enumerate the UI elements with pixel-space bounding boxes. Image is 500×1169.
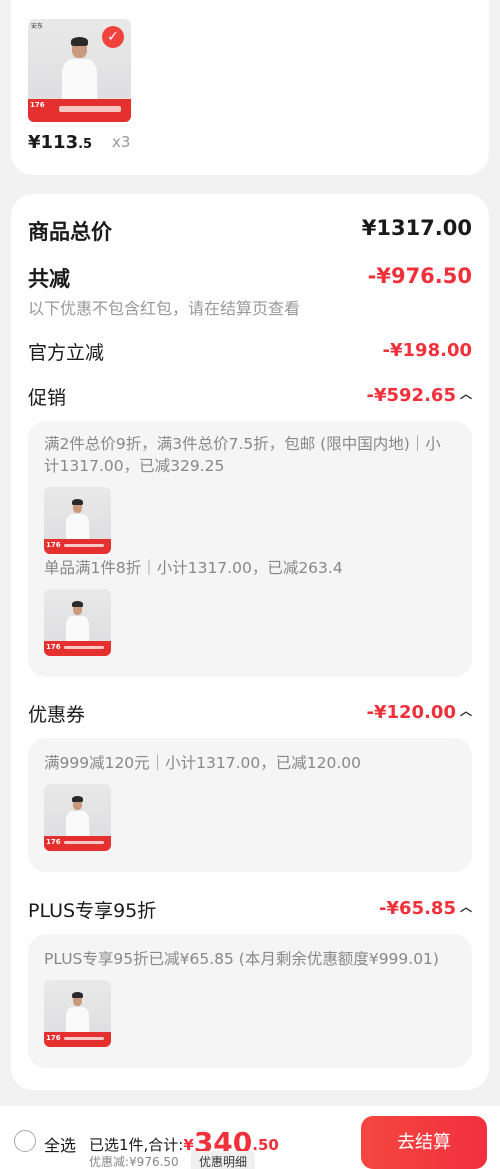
select-all-radio[interactable] — [14, 1130, 36, 1152]
discount-detail-button[interactable]: 优惠明细 — [191, 1151, 256, 1169]
checkout-bar: 全选 已选1件,合计:¥340.50 优惠减:¥976.50 优惠明细 去结算 — [0, 1106, 500, 1169]
discount-detail-card: 商品总价 ¥1317.00 共减 -¥976.50 以下优惠不包含红包，请在结算… — [11, 194, 489, 1090]
promo-value: -¥592.65 — [366, 385, 456, 406]
chevron-up-icon: ︿ — [459, 387, 472, 401]
plus-label: PLUS专享95折 — [28, 900, 157, 922]
order-total-dec: .50 — [252, 1136, 279, 1154]
product-quantity: x3 — [112, 133, 131, 151]
product-image[interactable]: 安东 176 ✓ — [28, 19, 131, 122]
promo-rule-2: 单品满1件8折｜小计1317.00，已减263.4 — [44, 559, 343, 577]
promo-toggle[interactable]: -¥592.65 ︿ — [367, 385, 472, 406]
total-price-value: ¥1317.00 — [361, 216, 472, 240]
promo-detail-box: 满2件总价9折，满3件总价7.5折，包邮 (限中国内地)｜小计1317.00，已… — [28, 421, 472, 677]
chevron-up-icon: ︿ — [459, 900, 472, 914]
official-discount-value: -¥198.00 — [382, 340, 472, 361]
total-reduce-label: 共减 — [28, 267, 70, 291]
plus-toggle[interactable]: -¥65.85 ︿ — [379, 898, 472, 919]
brand-logo: 安东 — [31, 23, 44, 30]
promo-item-thumb-1: 176 — [44, 487, 111, 554]
checkout-button[interactable]: 去结算 — [361, 1116, 487, 1169]
plus-value: -¥65.85 — [379, 898, 456, 919]
coupon-rule: 满999减120元｜小计1317.00，已减120.00 — [44, 754, 362, 772]
promo-label: 促销 — [28, 387, 67, 409]
plus-item-thumb: 176 — [44, 980, 111, 1047]
official-discount-label: 官方立减 — [28, 342, 105, 364]
promo-rule-1: 满2件总价9折，满3件总价7.5折，包邮 (限中国内地)｜小计1317.00，已… — [44, 435, 441, 475]
coupon-item-thumb: 176 — [44, 784, 111, 851]
select-all-label[interactable]: 全选 — [44, 1132, 76, 1156]
total-price-label: 商品总价 — [28, 220, 112, 244]
selected-check-icon[interactable]: ✓ — [102, 26, 124, 48]
discount-note: 以下优惠不包含红包，请在结算页查看 — [28, 299, 301, 318]
coupon-value: -¥120.00 — [366, 702, 456, 723]
total-reduce-value: -¥976.50 — [367, 264, 472, 288]
plus-rule: PLUS专享95折已减¥65.85 (本月剩余优惠额度¥999.01) — [44, 950, 439, 968]
coupon-toggle[interactable]: -¥120.00 ︿ — [367, 702, 472, 723]
coupon-detail-box: 满999减120元｜小计1317.00，已减120.00 176 — [28, 738, 472, 872]
promo-banner: 176 — [28, 99, 131, 122]
promo-item-thumb-2: 176 — [44, 589, 111, 656]
coupon-label: 优惠券 — [28, 704, 86, 726]
product-card: 安东 176 ✓ ¥113.5 x3 — [11, 0, 489, 175]
discount-total: 优惠减:¥976.50 — [89, 1155, 179, 1169]
chevron-up-icon: ︿ — [459, 704, 472, 718]
product-price: ¥113.5 — [28, 132, 93, 153]
plus-detail-box: PLUS专享95折已减¥65.85 (本月剩余优惠额度¥999.01) 176 — [28, 934, 472, 1068]
